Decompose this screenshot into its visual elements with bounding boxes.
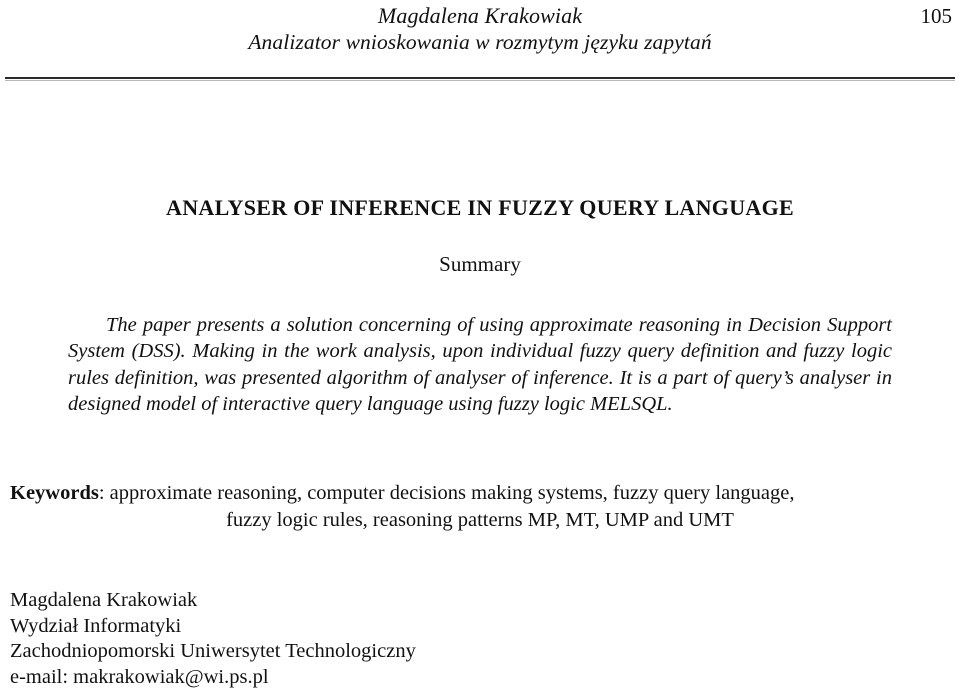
keywords-label: Keywords — [10, 481, 99, 504]
running-head-author: Magdalena Krakowiak — [377, 3, 583, 28]
keywords-block: Keywords: approximate reasoning, compute… — [10, 480, 950, 534]
document-page: Magdalena Krakowiak Analizator wnioskowa… — [0, 0, 960, 698]
affiliation-email: e-mail: makrakowiak@wi.ps.pl — [10, 665, 269, 688]
page-title: ANALYSER OF INFERENCE IN FUZZY QUERY LAN… — [166, 194, 794, 220]
header-divider — [5, 77, 955, 81]
keywords-line-1: approximate reasoning, computer decision… — [109, 481, 795, 504]
affiliation-faculty: Wydział Informatyki — [10, 614, 182, 637]
keywords-separator: : — [98, 481, 110, 504]
affiliation-author-name: Magdalena Krakowiak — [10, 589, 198, 611]
author-affiliation-block: Magdalena Krakowiak Wydział Informatyki … — [10, 588, 610, 690]
summary-paragraph: The paper presents a solution concerning… — [68, 313, 892, 416]
affiliation-institution: Zachodniopomorski Uniwersytet Technologi… — [10, 640, 416, 662]
page-number: 105 — [920, 4, 953, 28]
keywords-line-2: fuzzy logic rules, reasoning patterns MP… — [226, 508, 734, 531]
running-head-title: Analizator wnioskowania w rozmytym język… — [248, 30, 712, 54]
summary-heading: Summary — [439, 252, 521, 276]
running-head: Magdalena Krakowiak Analizator wnioskowa… — [0, 0, 960, 62]
